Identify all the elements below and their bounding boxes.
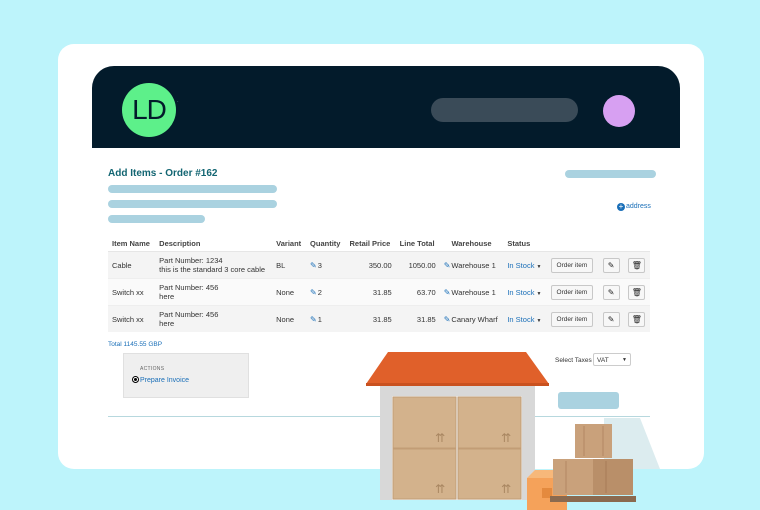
svg-text:⇈: ⇈ [435,482,445,496]
svg-text:⇈: ⇈ [501,482,511,496]
svg-text:⇈: ⇈ [435,431,445,445]
warehouse-illustration: ⇈ ⇈ ⇈ ⇈ [366,352,660,510]
svg-text:⇈: ⇈ [501,431,511,445]
warehouse-icon: ⇈ ⇈ ⇈ ⇈ [366,352,549,500]
